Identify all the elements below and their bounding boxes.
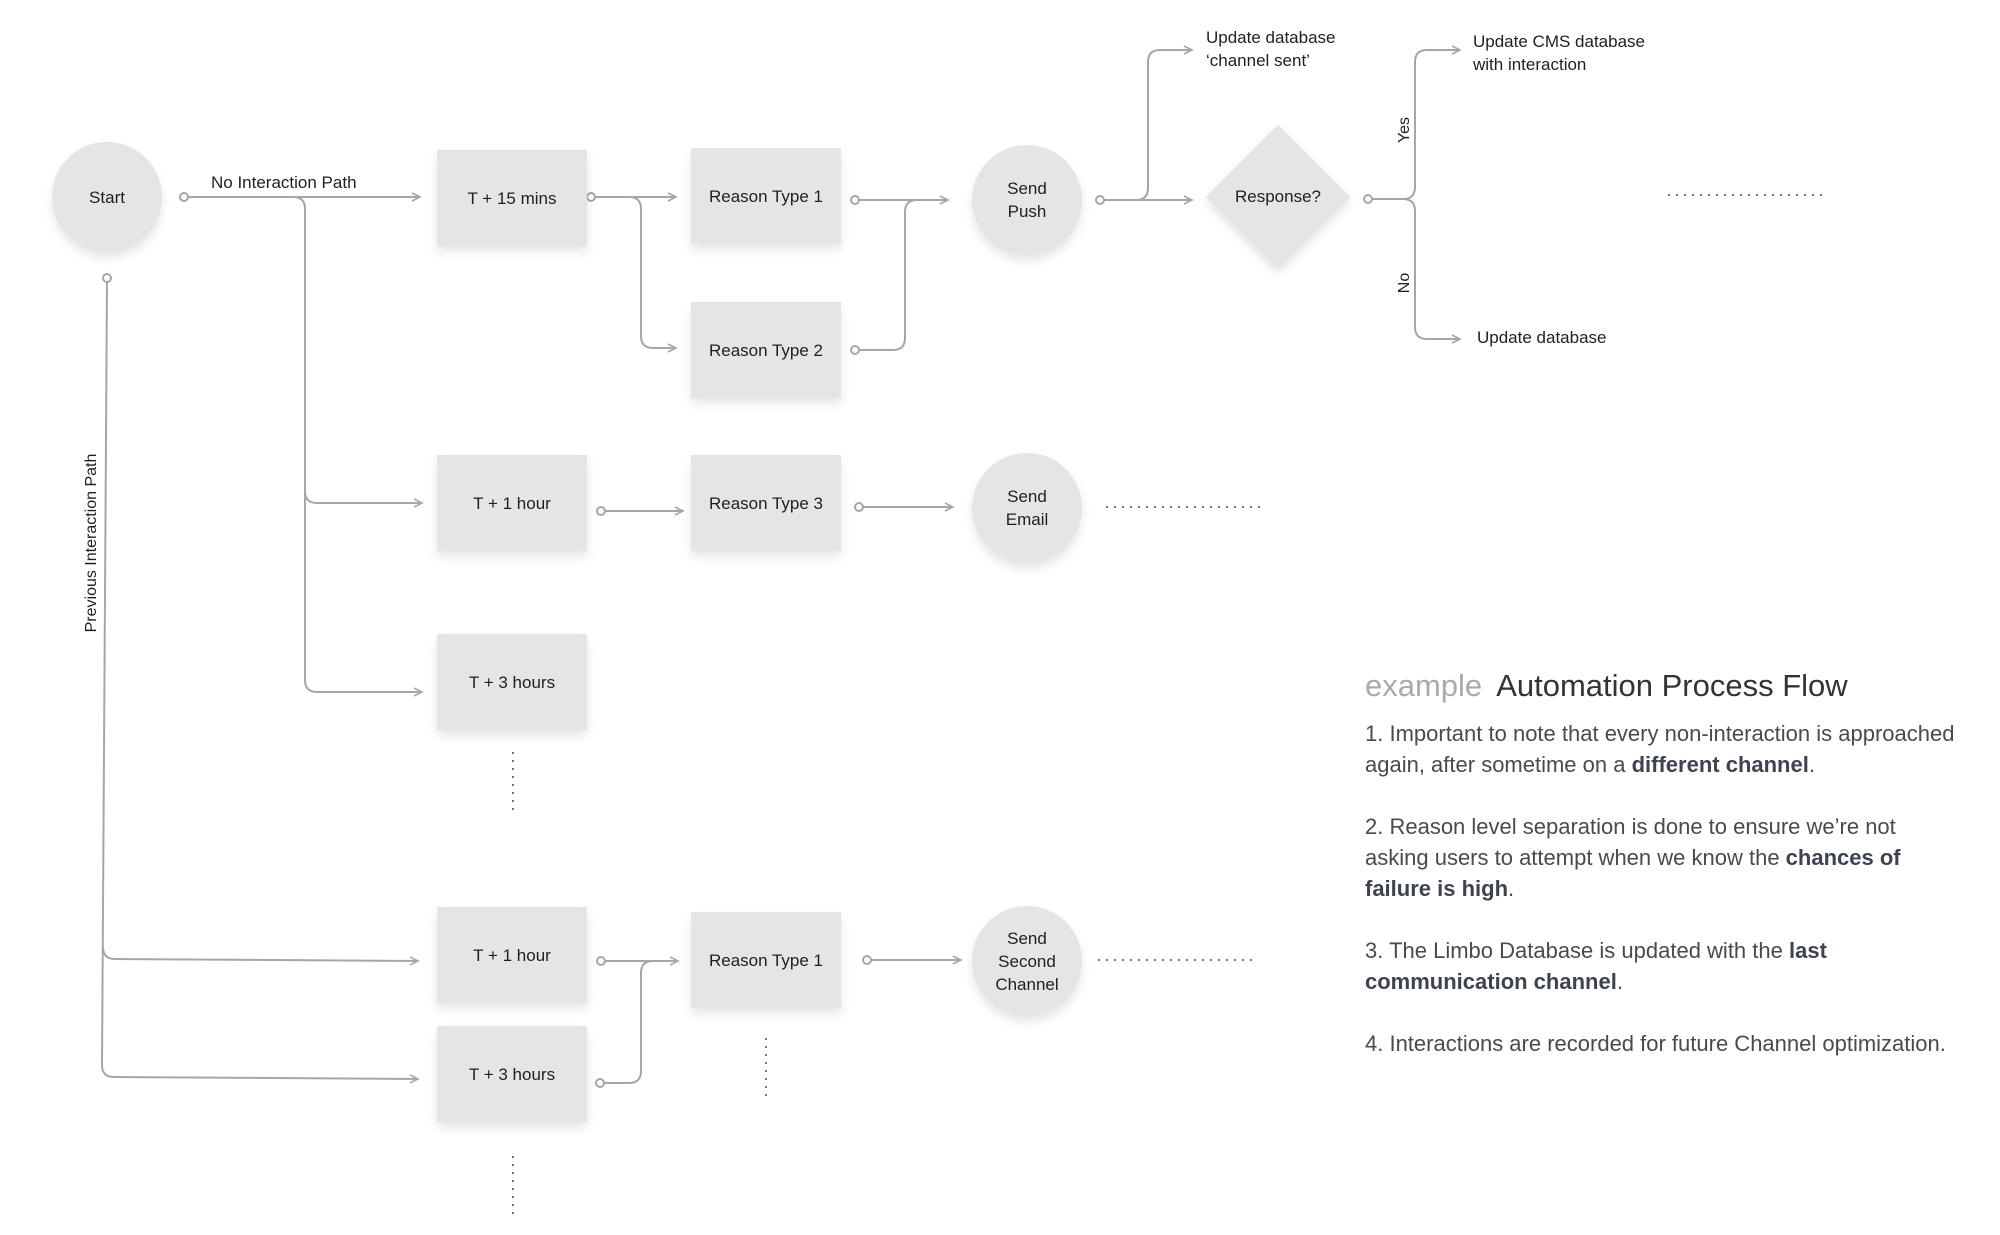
note-item: 1. Important to note that every non-inte… <box>1365 718 1955 780</box>
prev-t1h-label: T + 1 hour <box>473 945 551 965</box>
prev-reason-type-1-label: Reason Type 1 <box>708 950 824 970</box>
prev-t1h-node[interactable]: T + 1 hour <box>437 907 587 1003</box>
send-push-label: Send Push <box>1007 177 1047 223</box>
note-text: 3. The Limbo Database is updated with th… <box>1365 938 1789 963</box>
reason-type-1-label: Reason Type 1 <box>708 186 824 206</box>
connector-response-no <box>1402 198 1462 344</box>
prev-t3h-label: T + 3 hours <box>468 1064 556 1084</box>
note-suffix: . <box>1508 876 1515 901</box>
start-node[interactable]: Start <box>52 142 162 252</box>
connector-prev-t3h <box>101 1064 420 1084</box>
t3h-node[interactable]: T + 3 hours <box>437 634 587 730</box>
connector-dot <box>595 1078 605 1088</box>
connector-prevt3h-reason1 <box>604 960 654 1084</box>
yes-label: Yes <box>1396 116 1413 144</box>
send-email-line-2: Email <box>1005 510 1049 529</box>
notes-panel: example Automation Process Flow 1. Import… <box>1365 666 1955 1090</box>
cms-update-outcome: Update CMS database with interaction <box>1473 30 1645 76</box>
t1h-label: T + 1 hour <box>473 493 551 513</box>
t15-label: T + 15 mins <box>467 188 557 208</box>
send-second-line-2: Second <box>998 951 1056 971</box>
connector-dot <box>596 506 606 516</box>
t1h-node[interactable]: T + 1 hour <box>437 455 587 551</box>
connector-dot <box>586 192 596 202</box>
reason-type-3-node[interactable]: Reason Type 3 <box>691 455 841 551</box>
note-item: 2. Reason level separation is done to en… <box>1365 811 1955 904</box>
note-text: 4. Interactions are recorded for future … <box>1365 1031 1946 1056</box>
prev-t3h-node[interactable]: T + 3 hours <box>437 1026 587 1122</box>
note-item: 3. The Limbo Database is updated with th… <box>1365 935 1955 997</box>
send-push-line-1: Send <box>1007 179 1047 198</box>
send-second-line-3: Channel <box>995 974 1059 994</box>
reason-type-3-label: Reason Type 3 <box>708 493 824 513</box>
reason-type-1-node[interactable]: Reason Type 1 <box>691 148 841 244</box>
connector-prev-t1h <box>102 946 420 966</box>
connector-branch-t3h <box>304 490 424 697</box>
note-suffix: . <box>1808 752 1815 777</box>
send-email-line-1: Send <box>1007 487 1047 506</box>
channel-sent-outcome: Update database ‘channel sent’ <box>1206 26 1336 72</box>
connector-dot <box>862 955 872 965</box>
note-item: 4. Interactions are recorded for future … <box>1365 1028 1955 1059</box>
send-second-channel-node[interactable]: Send Second Channel <box>972 906 1082 1016</box>
connector-dot <box>850 195 860 205</box>
connector-branch-t1h <box>292 196 424 508</box>
connector-dot <box>1095 195 1105 205</box>
send-email-node[interactable]: Send Email <box>972 453 1082 563</box>
note-bold: different channel <box>1631 752 1809 777</box>
channel-sent-line-2: ‘channel sent’ <box>1206 51 1310 70</box>
send-second-channel-label: Send Second Channel <box>995 927 1058 996</box>
connector-dot <box>596 956 606 966</box>
no-interaction-path-label: No Interaction Path <box>211 173 357 192</box>
notes-title-prefix: example <box>1365 668 1483 703</box>
reason-type-2-node[interactable]: Reason Type 2 <box>691 302 841 398</box>
response-decision-node[interactable]: Response? <box>1205 124 1351 270</box>
start-label: Start <box>89 187 125 207</box>
connector-dot <box>854 502 864 512</box>
prev-reason-type-1-node[interactable]: Reason Type 1 <box>691 912 841 1008</box>
send-push-node[interactable]: Send Push <box>972 145 1082 255</box>
notes-title: example Automation Process Flow <box>1365 666 1955 706</box>
response-label: Response? <box>1234 187 1321 206</box>
send-email-label: Send Email <box>1006 485 1049 531</box>
t15-node[interactable]: T + 15 mins <box>437 150 587 246</box>
no-label: No <box>1396 272 1413 294</box>
connector-dot <box>102 273 112 283</box>
connector-reason2-push <box>859 199 918 351</box>
reason-type-2-label: Reason Type 2 <box>708 340 824 360</box>
t3h-label: T + 3 hours <box>468 672 556 692</box>
note-suffix: . <box>1616 969 1623 994</box>
connector-dot <box>1363 194 1373 204</box>
connector-dot <box>850 345 860 355</box>
send-push-line-2: Push <box>1007 202 1047 221</box>
channel-sent-line-1: Update database <box>1206 28 1336 47</box>
connector-t15-reason2 <box>628 196 678 353</box>
connector-push-channel-sent <box>1135 45 1194 201</box>
connector-dot <box>179 192 189 202</box>
update-database-outcome: Update database <box>1477 328 1607 347</box>
previous-interaction-path-label: Previous Interaction Path <box>83 453 100 633</box>
send-second-line-1: Send <box>1007 928 1047 948</box>
cms-update-line-2: with interaction <box>1473 55 1587 74</box>
cms-update-line-1: Update CMS database <box>1473 32 1645 51</box>
notes-title-text: Automation Process Flow <box>1496 668 1848 703</box>
